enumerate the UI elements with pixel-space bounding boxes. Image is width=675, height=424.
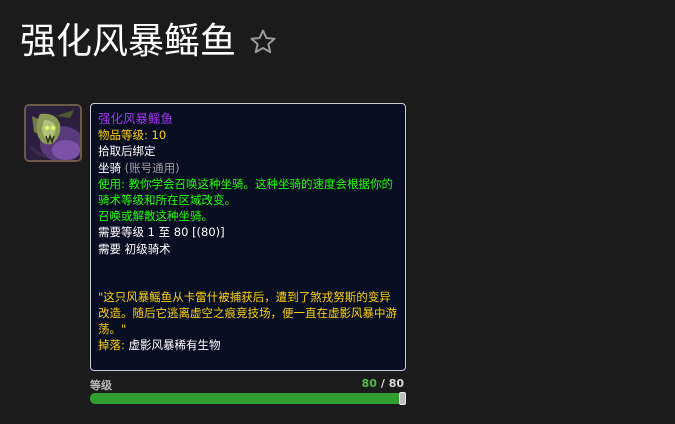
item-level: 物品等级: 10 bbox=[98, 127, 398, 143]
item-type-label: 坐骑 bbox=[98, 160, 121, 175]
item-level-label: 物品等级: bbox=[98, 128, 148, 143]
level-slider[interactable] bbox=[90, 392, 406, 405]
level-max: 80 bbox=[388, 377, 404, 390]
item-type: 坐骑 (账号通用) bbox=[98, 160, 398, 176]
required-skill-label: 需要 bbox=[98, 241, 121, 256]
level-slider-handle[interactable] bbox=[399, 392, 406, 405]
item-drop-source: 掉落: 虚影风暴稀有生物 bbox=[98, 337, 398, 353]
level-current: 80 bbox=[361, 377, 377, 390]
item-binding: 拾取后绑定 bbox=[98, 144, 156, 159]
item-level-value: 10 bbox=[151, 128, 167, 143]
required-skill: 需要 初级骑术 bbox=[98, 241, 398, 257]
page-title-text: 强化风暴鳐鱼 bbox=[20, 21, 237, 62]
level-separator: / bbox=[380, 377, 385, 390]
drop-label: 掉落: bbox=[98, 338, 125, 353]
item-type-note: (账号通用) bbox=[124, 160, 180, 175]
page-title: 强化风暴鳐鱼 bbox=[20, 18, 278, 66]
required-level-label: 需要等级 bbox=[98, 225, 144, 240]
required-level: 需要等级 1 至 80 [(80)] bbox=[98, 224, 398, 240]
item-name: 强化风暴鳐鱼 bbox=[98, 111, 174, 126]
level-slider-fill bbox=[90, 393, 403, 404]
storm-ray-mount-icon bbox=[24, 104, 82, 162]
item-flavor-text: "这只风暴鳐鱼从卡雷什被捕获后，遭到了煞戎努斯的变异改造。随后它逃离虚空之痕竞技… bbox=[98, 289, 397, 337]
item-use-text-2: 召唤或解散这种坐骑。 bbox=[98, 209, 213, 224]
required-level-value: 1 至 80 [(80)] bbox=[147, 225, 225, 240]
star-outline-icon[interactable] bbox=[248, 27, 278, 57]
item-tooltip: 强化风暴鳐鱼 物品等级: 10 拾取后绑定 坐骑 (账号通用) 使用: 教你学会… bbox=[90, 103, 406, 371]
level-slider-value: 80 / 80 bbox=[362, 377, 404, 390]
required-skill-value: 初级骑术 bbox=[124, 241, 171, 256]
item-use-text: 使用: 教你学会召唤这种坐骑。这种坐骑的速度会根据你的骑术等级和所在区域改变。 bbox=[98, 176, 394, 208]
level-slider-label: 等级 bbox=[90, 379, 112, 392]
drop-value: 虚影风暴稀有生物 bbox=[128, 338, 221, 353]
